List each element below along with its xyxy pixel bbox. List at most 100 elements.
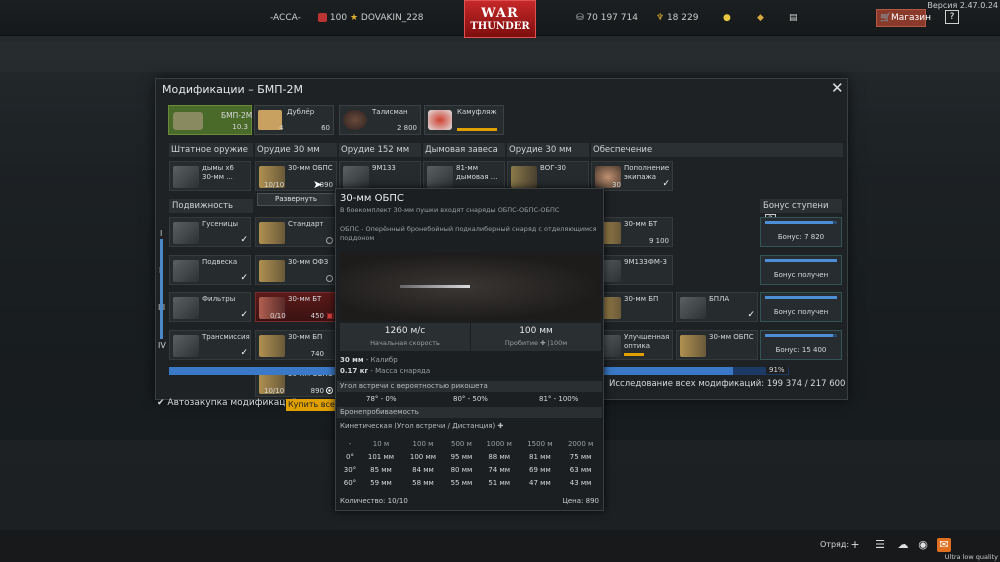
mod-name: БПЛА [709,295,730,303]
mod-vog30[interactable]: ВОГ-30 [507,161,589,191]
kinetic-title: Кинетическая (Угол встречи / Дистанция) … [340,422,503,430]
research-percent: 91% [766,366,788,374]
checkbox-icon: ✔ [157,398,165,408]
camo-slot[interactable]: Камуфляж [424,105,504,135]
vehicle-slot[interactable]: БМП-2М 10.3 [168,105,252,135]
mail-icon[interactable]: ✉ [937,538,951,552]
vehicle-icon [173,112,203,130]
mod-name: 30-мм ОБПС [709,333,754,341]
logo-text-thunder: THUNDER [470,21,530,32]
ammo-price: 450 [310,312,324,320]
mod-81mm-smoke[interactable]: 81-мм дымовая ... [423,161,505,191]
research-current: Исследование всех модификаций: 199 374 [609,379,803,389]
table-row: 60° 59 мм 58 мм 55 мм 51 мм 47 мм 43 мм [340,476,601,489]
close-icon[interactable]: ✕ [831,81,844,96]
help-button[interactable]: ? [945,10,959,24]
mod-tracks[interactable]: Гусеницы ✓ [169,217,251,247]
missile-icon [343,166,369,188]
ammo-price: 740 [310,350,324,358]
mod-price: 9 100 [648,237,669,245]
talisman-price: 2 800 [396,124,417,132]
velocity-value: 1260 м/с [384,326,426,336]
warbond-icon[interactable]: ▤ [789,13,798,23]
mod-smoke-x6[interactable]: дымы х6 30-мм ... [169,161,251,191]
mod-crew-replenish[interactable]: Пополнение экипажа 30 ✓ [591,161,673,191]
radio-icon[interactable] [326,275,333,282]
stat-penetration: 100 мм Пробитие ✚ |100м [471,323,601,351]
golden-eagle-icon: ♆ [656,13,665,23]
autobuy-checkbox[interactable]: ✔ Автозакупка модификаций [157,398,297,408]
chat-icon[interactable]: ◉ [916,538,930,552]
ammo-bp[interactable]: 30-мм БП 740 [255,330,337,360]
autobuy-label: Автозакупка модификаций [167,398,298,408]
ammo-bt[interactable]: 30-мм БТ 0/10 450 ▣ [255,292,337,322]
mod-30mm-obps-right[interactable]: 30-мм ОБПС [676,330,758,360]
mod-name: Гусеницы [202,220,238,228]
tracks-icon [173,222,199,244]
window-title: Модификации – БМП-2М [162,83,303,96]
bonus-text: Бонус получен [773,308,829,316]
silver-balance[interactable]: ⛁ 70 197 714 [576,13,638,23]
profile[interactable]: 100 ★ DOVAKIN_228 [318,13,423,23]
mod-transmission[interactable]: Трансмиссия ✓ [169,330,251,360]
ammo-standard[interactable]: Стандарт [255,217,337,247]
buy-all-button[interactable]: Купить все [286,399,337,411]
bottom-bar: Отряд: + ☰ ☁ ◉ ✉ Ultra low quality [0,533,1000,562]
mass-value: 0.17 кг [340,367,369,375]
smoke-launcher-icon [427,166,453,188]
radio-selected-icon[interactable] [326,387,333,394]
table-cell: 58 мм [412,478,434,487]
transmission-icon [173,335,199,357]
shells-icon [259,222,285,244]
crew-slot[interactable]: Дублёр 4 60 [254,105,334,135]
player-nickname: DOVAKIN_228 [360,13,424,23]
camo-progress [457,128,497,131]
ammo-price-total: Цена: 890 [562,497,599,505]
add-squad-icon[interactable]: + [848,538,862,552]
gold-balance[interactable]: ♆ 18 229 [656,13,698,23]
gold-value: 18 229 [666,13,699,23]
ammo-tooltip: 30-мм ОБПС В боекомплект 30-мм пушки вхо… [335,188,604,511]
game-logo[interactable]: WAR THUNDER [464,0,536,38]
check-icon: ✓ [240,273,248,283]
quality-label: Ultra low quality [944,553,998,561]
mod-name: ВОГ-30 [540,164,567,172]
table-cell: 88 мм [488,452,511,461]
talisman-name: Талисман [372,108,408,116]
ricochet-100: 81° - 100% [539,395,579,403]
mod-drone[interactable]: БПЛА ✓ [676,292,758,322]
shells-icon [259,335,285,357]
premium-icon[interactable]: ◆ [757,13,764,23]
camo-name: Камуфляж [457,108,497,116]
table-cell: 2000 м [567,439,594,448]
table-row: 0° 101 мм 100 мм 95 мм 88 мм 81 мм 75 мм [340,450,601,463]
mod-suspension[interactable]: Подвеска ✓ [169,255,251,285]
mod-name: 30-мм БТ [624,220,658,228]
talisman-slot[interactable]: Талисман 2 800 [339,105,421,135]
ricochet-title: Угол встречи с вероятностью рикошета [337,381,602,392]
mod-name: дымы х6 30-мм ... [202,164,234,181]
tooltip-desc2: ОБПС - Оперённый бронебойный подкалиберн… [340,225,597,242]
table-cell: 30° [343,465,357,474]
ricochet-50: 80° - 50% [453,395,488,403]
mod-filters[interactable]: Фильтры ✓ [169,292,251,322]
shells-icon [680,335,706,357]
mod-30mm-apfsds-top[interactable]: 30-мм ОБПС 10/10 890 [255,161,337,191]
mod-9m133[interactable]: 9М133 [339,161,421,191]
expand-button[interactable]: Развернуть [257,193,335,206]
radio-icon[interactable] [326,237,333,244]
bulb-icon[interactable]: ● [723,13,731,23]
ammo-ofz[interactable]: 30-мм ОФЗ [255,255,337,285]
mass-label: - Масса снаряда [370,367,431,375]
table-cell: 59 мм [370,478,392,487]
list-icon[interactable]: ☰ [873,538,887,552]
bonus-progress [765,259,837,262]
crosshair-icon: ✚ [497,422,504,430]
bonus-progress [765,296,837,299]
table-cell: 100 м [412,439,434,448]
mod-name: 30-мм ОБПС [288,164,333,172]
squad-tag[interactable]: -ACCA- [270,13,301,23]
cursor-icon: ➤ [313,178,323,191]
friends-icon[interactable]: ☁ [896,538,910,552]
shop-button[interactable]: 🛒 Магазин [876,9,931,27]
